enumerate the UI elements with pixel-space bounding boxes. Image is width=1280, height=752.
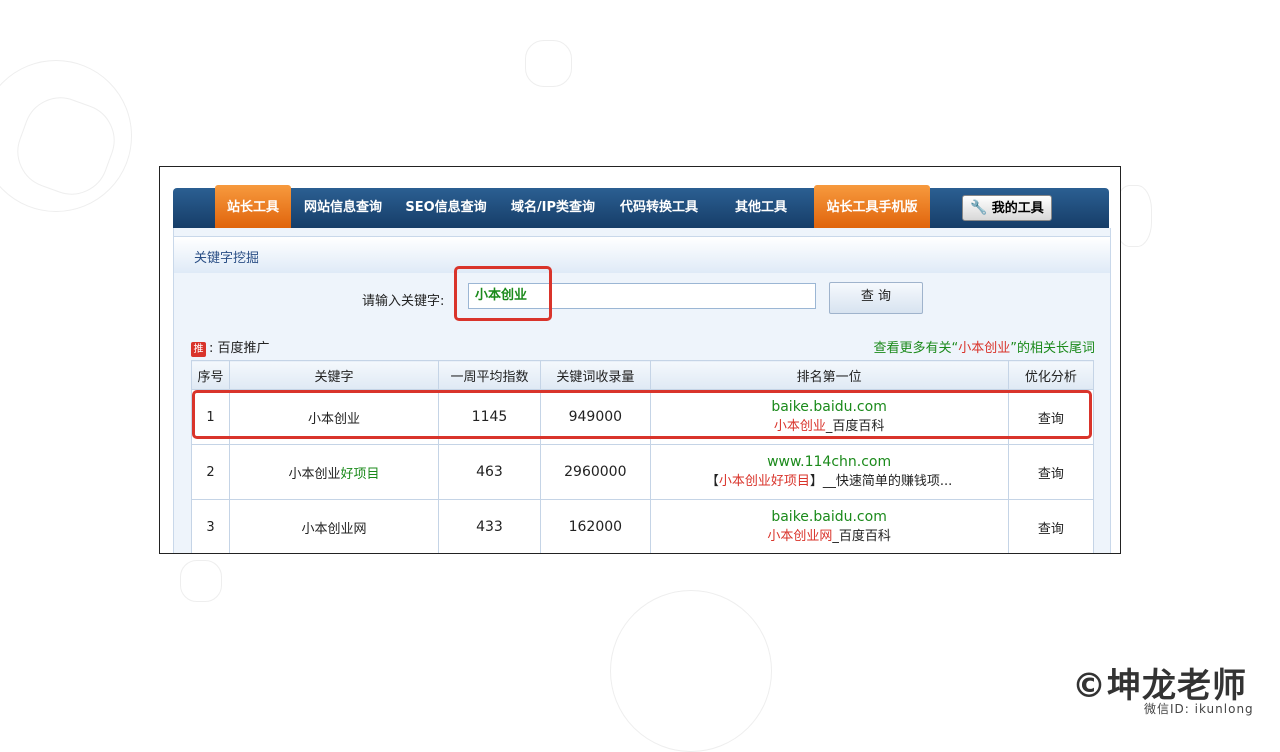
desc-keyword: 小本创业好项目 [718,474,810,489]
top-rank-title[interactable]: 小本创业网_百度百科 [652,527,1007,547]
search-label: 请输入关键字: [362,294,445,309]
row-keyword[interactable]: 小本创业好项目 [229,444,439,500]
top-rank-title[interactable]: 小本创业_百度百科 [652,417,1007,437]
header-keyword: 关键字 [229,360,439,390]
my-tools-label: 我的工具 [991,201,1044,216]
nav-item-mobile-version[interactable]: 站长工具手机版 [814,185,930,228]
nav-item-site-info[interactable]: 网站信息查询 [297,188,389,228]
results-table: 序号 关键字 一周平均指数 关键词收录量 排名第一位 优化分析 1 小本创业 1… [190,360,1095,553]
header-indexed-count: 关键词收录量 [540,360,651,390]
desc-suffix: _百度百科 [825,419,885,434]
row-keyword[interactable]: 小本创业网 [229,499,439,553]
row-indexed-count: 949000 [540,389,651,445]
row-query-link[interactable]: 查询 [1007,499,1095,553]
table-row: 3 小本创业网 433 162000 baike.baidu.com 小本创业网… [190,499,1095,553]
background-circle [610,590,772,752]
keyword-text: 小本创业 [288,466,341,482]
more-link-prefix: 查看更多有关“ [873,341,959,356]
keyword-suffix: 好项目 [340,466,380,482]
row-weekly-index: 1145 [437,389,542,445]
keyword-text: 小本创业 [301,521,354,537]
baidu-promo[interactable]: 推: 百度推广 [191,337,270,357]
promo-text: : 百度推广 [209,341,270,356]
background-shape [525,40,572,87]
row-query-link[interactable]: 查询 [1007,444,1095,500]
row-top-rank: www.114chn.com 【小本创业好项目】__快速简单的赚钱项... [649,444,1009,500]
header-optimization: 优化分析 [1007,360,1095,390]
table-header-row: 序号 关键字 一周平均指数 关键词收录量 排名第一位 优化分析 [190,360,1095,390]
desc-prefix: 【 [705,474,719,489]
row-top-rank: baike.baidu.com 小本创业网_百度百科 [649,499,1009,553]
nav-item-domain-ip[interactable]: 域名/IP类查询 [503,188,603,228]
desc-keyword: 小本创业网 [767,529,833,544]
desc-suffix: 】__快速简单的赚钱项... [809,474,953,489]
top-navigation: 站长工具 网站信息查询 SEO信息查询 域名/IP类查询 代码转换工具 其他工具… [173,185,1109,228]
more-link-suffix: ”的相关长尾词 [1010,341,1095,356]
table-row: 1 小本创业 1145 949000 baike.baidu.com 小本创业_… [190,389,1095,445]
keyword-suffix: 网 [353,521,367,537]
table-row: 2 小本创业好项目 463 2960000 www.114chn.com 【小本… [190,444,1095,500]
keyword-input[interactable]: 小本创业 [468,283,816,309]
my-tools-button[interactable]: 🔧 我的工具 [962,195,1052,221]
row-index: 2 [190,444,231,500]
row-query-link[interactable]: 查询 [1007,389,1095,445]
keyword-text: 小本创业 [307,411,360,427]
wrench-icon: 🔧 [970,200,988,216]
panel-title: 关键字挖掘 [194,251,260,266]
nav-item-seo-info[interactable]: SEO信息查询 [399,188,493,228]
header-top-rank: 排名第一位 [649,360,1009,390]
row-indexed-count: 2960000 [540,444,651,500]
desc-keyword: 小本创业 [773,419,826,434]
header-weekly-index: 一周平均指数 [437,360,542,390]
watermark-wechat-id: 微信ID: ikunlong [1144,702,1254,716]
panel-header: 关键字挖掘 [174,236,1110,273]
row-weekly-index: 433 [437,499,542,553]
header-index: 序号 [190,360,231,390]
top-rank-site-link[interactable]: www.114chn.com [652,452,1007,472]
row-weekly-index: 463 [437,444,542,500]
top-rank-title[interactable]: 【小本创业好项目】__快速简单的赚钱项... [652,472,1007,492]
desc-suffix: _百度百科 [832,529,891,544]
row-index: 3 [190,499,231,553]
top-rank-site-link[interactable]: baike.baidu.com [652,397,1007,417]
row-top-rank: baike.baidu.com 小本创业_百度百科 [649,389,1009,445]
nav-item-other-tools[interactable]: 其他工具 [723,188,799,228]
more-link-keyword: 小本创业 [958,341,1011,356]
screenshot-frame: 站长工具 网站信息查询 SEO信息查询 域名/IP类查询 代码转换工具 其他工具… [159,166,1121,554]
row-keyword[interactable]: 小本创业 [229,389,439,445]
nav-item-code-convert[interactable]: 代码转换工具 [613,188,705,228]
nav-item-webmaster-tools[interactable]: 站长工具 [215,185,291,228]
row-index: 1 [190,389,231,445]
top-rank-site-link[interactable]: baike.baidu.com [652,507,1007,527]
background-shape [180,560,222,602]
row-indexed-count: 162000 [540,499,651,553]
keyword-panel: 关键字挖掘 请输入关键字: 小本创业 查 询 推: 百度推广 查看更多有关“小本… [173,228,1111,553]
query-button[interactable]: 查 询 [829,282,923,314]
more-long-tail-link[interactable]: 查看更多有关“小本创业”的相关长尾词 [873,337,1095,356]
promo-badge-icon: 推 [191,342,206,357]
